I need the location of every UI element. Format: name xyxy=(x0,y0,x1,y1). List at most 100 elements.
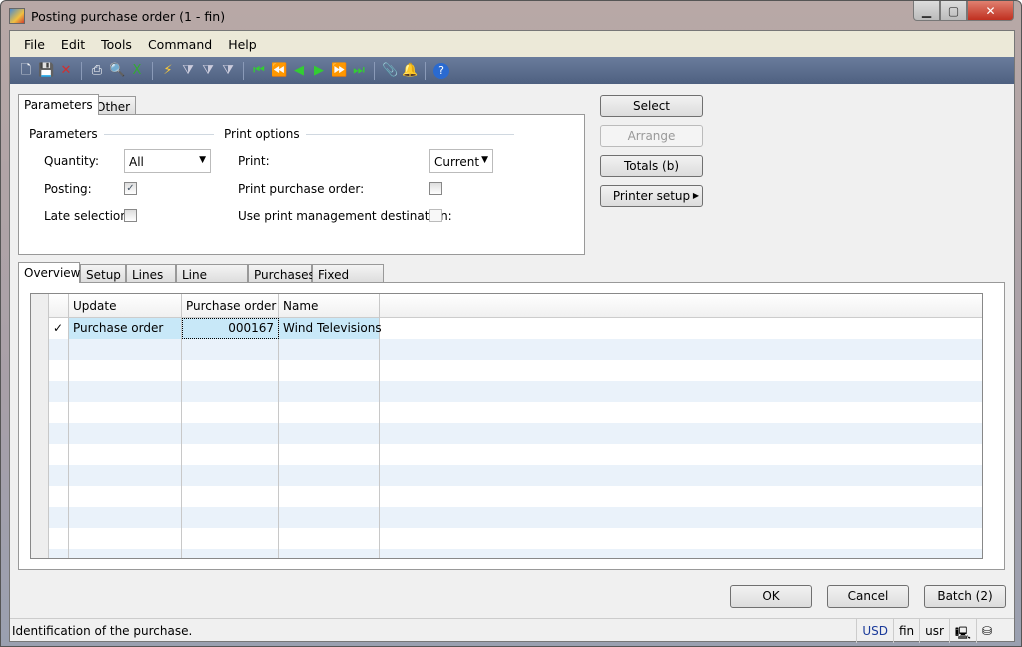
cancel-button[interactable]: Cancel xyxy=(827,585,909,608)
quantity-select[interactable]: All ▼ xyxy=(124,149,211,173)
filter-by-selection-icon[interactable]: ⚡ xyxy=(160,63,176,79)
arrange-button[interactable]: Arrange xyxy=(600,125,703,147)
tab-lines[interactable]: Lines xyxy=(126,264,176,283)
table-cell[interactable] xyxy=(69,528,182,549)
maximize-button[interactable]: ▢ xyxy=(940,1,967,21)
next-page-icon[interactable]: ⏩ xyxy=(331,63,347,79)
table-row[interactable] xyxy=(31,402,982,423)
table-cell[interactable] xyxy=(182,486,279,507)
table-cell[interactable] xyxy=(279,444,380,465)
printer-setup-button[interactable]: Printer setup ▶ xyxy=(600,185,703,207)
tab-fixed-assets[interactable]: Fixed assets xyxy=(312,264,384,296)
totals-button[interactable]: Totals (b) xyxy=(600,155,703,177)
alert-icon[interactable]: 🔔 xyxy=(402,63,418,79)
table-row[interactable] xyxy=(31,444,982,465)
table-cell[interactable] xyxy=(279,423,380,444)
table-cell[interactable] xyxy=(279,486,380,507)
menu-command[interactable]: Command xyxy=(140,37,220,52)
column-update[interactable]: Update xyxy=(69,294,182,318)
filter-by-grid-icon[interactable]: ⧩ xyxy=(180,63,196,79)
batch-button[interactable]: Batch (2) xyxy=(924,585,1006,608)
table-cell[interactable] xyxy=(69,402,182,423)
table-cell[interactable] xyxy=(69,360,182,381)
use-pm-checkbox[interactable] xyxy=(429,209,442,222)
table-cell[interactable] xyxy=(182,444,279,465)
table-cell[interactable] xyxy=(279,402,380,423)
table-row[interactable] xyxy=(31,360,982,381)
table-cell[interactable] xyxy=(279,360,380,381)
print-icon[interactable]: ⎙ xyxy=(89,63,105,79)
table-cell[interactable] xyxy=(182,402,279,423)
ok-button[interactable]: OK xyxy=(730,585,812,608)
table-cell[interactable] xyxy=(69,486,182,507)
table-cell[interactable] xyxy=(69,339,182,360)
print-po-checkbox[interactable] xyxy=(429,182,442,195)
table-cell[interactable] xyxy=(182,339,279,360)
tab-setup[interactable]: Setup xyxy=(80,264,126,283)
menu-file[interactable]: File xyxy=(16,37,53,52)
save-icon[interactable]: 💾 xyxy=(38,63,54,79)
table-cell[interactable] xyxy=(279,507,380,528)
export-excel-icon[interactable]: X xyxy=(129,63,145,79)
column-purchase-order[interactable]: Purchase order xyxy=(182,294,279,318)
table-row[interactable] xyxy=(31,465,982,486)
table-cell[interactable] xyxy=(279,549,380,558)
table-cell[interactable]: Wind Televisions xyxy=(279,318,382,339)
table-cell[interactable] xyxy=(69,423,182,444)
last-record-icon[interactable]: ⏭ xyxy=(351,63,367,79)
table-cell[interactable] xyxy=(69,507,182,528)
company-indicator[interactable]: fin xyxy=(892,618,919,643)
menu-tools[interactable]: Tools xyxy=(93,37,140,52)
menu-help[interactable]: Help xyxy=(220,37,265,52)
minimize-button[interactable]: ▁ xyxy=(913,1,940,21)
table-cell[interactable] xyxy=(279,528,380,549)
delete-icon[interactable]: ✕ xyxy=(58,63,74,79)
tab-parameters[interactable]: Parameters xyxy=(18,94,99,115)
menu-edit[interactable]: Edit xyxy=(53,37,93,52)
table-row[interactable]: ✓ Purchase order 000167 Wind Televisions xyxy=(31,318,982,339)
table-cell[interactable] xyxy=(279,339,380,360)
close-button[interactable]: ✕ xyxy=(967,1,1014,21)
table-cell[interactable] xyxy=(69,549,182,558)
table-cell[interactable] xyxy=(182,465,279,486)
currency-indicator[interactable]: USD xyxy=(856,618,893,643)
table-cell[interactable] xyxy=(69,444,182,465)
table-row[interactable] xyxy=(31,507,982,528)
print-preview-icon[interactable]: 🔍 xyxy=(109,63,125,79)
print-select[interactable]: Current ▼ xyxy=(429,149,493,173)
new-icon[interactable]: 🗋 xyxy=(18,63,34,79)
table-cell[interactable] xyxy=(182,507,279,528)
late-selection-checkbox[interactable] xyxy=(124,209,137,222)
column-name[interactable]: Name xyxy=(279,294,380,318)
database-icon[interactable]: ⛁ xyxy=(975,618,1014,643)
layer-indicator[interactable]: usr xyxy=(919,618,949,643)
table-cell[interactable] xyxy=(69,465,182,486)
table-row[interactable] xyxy=(31,339,982,360)
table-row[interactable] xyxy=(31,549,982,558)
posting-checkbox[interactable]: ✓ xyxy=(124,182,137,195)
table-cell[interactable] xyxy=(182,360,279,381)
table-cell[interactable] xyxy=(69,381,182,402)
computer-icon[interactable]: 🖳 xyxy=(948,618,976,643)
table-cell[interactable]: Purchase order xyxy=(69,318,182,339)
advanced-filter-icon[interactable]: ⧩ xyxy=(200,63,216,79)
attachment-icon[interactable]: 📎 xyxy=(382,63,398,79)
table-cell[interactable]: 000167 xyxy=(182,318,279,339)
tab-line-details[interactable]: Line details xyxy=(176,264,248,296)
table-row[interactable] xyxy=(31,423,982,444)
table-cell[interactable] xyxy=(182,549,279,558)
table-cell[interactable] xyxy=(279,465,380,486)
tab-purchases[interactable]: Purchases xyxy=(248,264,315,283)
table-cell[interactable] xyxy=(182,528,279,549)
previous-record-icon[interactable]: ◀ xyxy=(291,63,307,79)
previous-page-icon[interactable]: ⏪ xyxy=(271,63,287,79)
table-cell[interactable] xyxy=(182,381,279,402)
help-icon[interactable]: ? xyxy=(433,62,449,79)
table-row[interactable] xyxy=(31,486,982,507)
next-record-icon[interactable]: ▶ xyxy=(311,63,327,79)
tab-overview[interactable]: Overview xyxy=(18,262,81,283)
table-cell[interactable] xyxy=(279,381,380,402)
table-row[interactable] xyxy=(31,381,982,402)
table-cell[interactable] xyxy=(182,423,279,444)
first-record-icon[interactable]: ⏮ xyxy=(251,63,267,79)
